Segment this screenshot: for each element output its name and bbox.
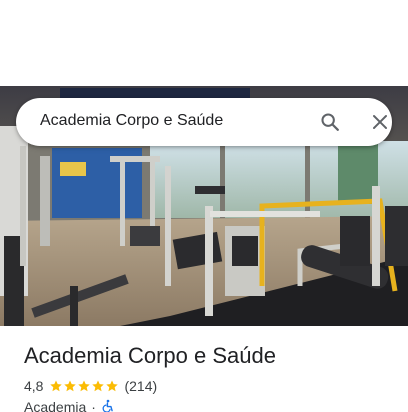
search-icon[interactable]	[316, 108, 344, 136]
rating-value: 4,8	[24, 378, 44, 394]
place-title: Academia Corpo e Saúde	[24, 343, 276, 368]
separator-dot: ·	[91, 399, 96, 412]
star-icon	[50, 380, 63, 392]
place-category: Academia	[24, 399, 87, 412]
search-bar[interactable]: Academia Corpo e Saúde	[16, 98, 392, 146]
category-row: Academia ·	[24, 398, 115, 412]
star-rating	[49, 379, 119, 393]
search-input[interactable]: Academia Corpo e Saúde	[40, 112, 223, 130]
star-icon	[106, 380, 119, 392]
review-count[interactable]: (214)	[124, 378, 157, 394]
wheelchair-icon	[101, 399, 115, 412]
star-icon	[92, 380, 105, 392]
star-icon	[64, 380, 77, 392]
top-blank-area	[0, 0, 408, 86]
close-icon[interactable]	[366, 108, 394, 136]
star-icon	[78, 380, 91, 392]
rating-row[interactable]: 4,8 (214)	[24, 377, 157, 395]
